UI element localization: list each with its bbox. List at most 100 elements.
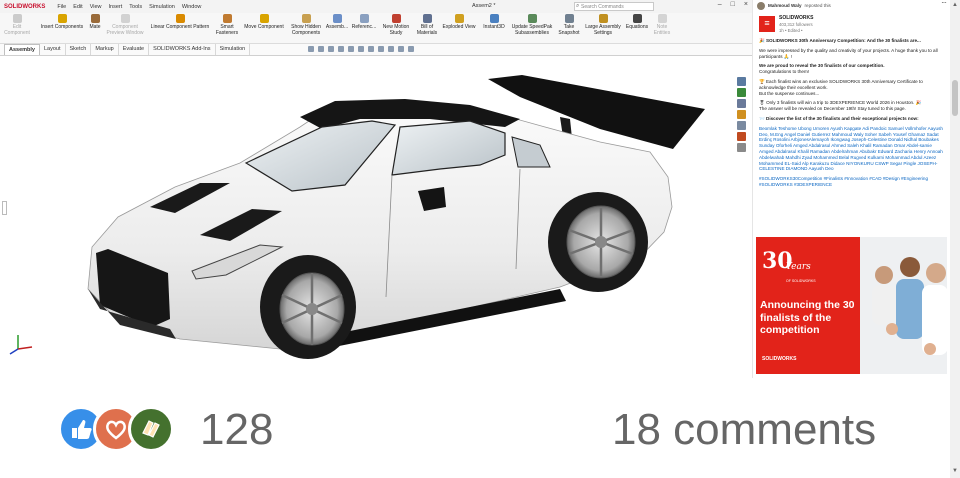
post-paragraph-certificate: 🏆 Each finalist wins an exclusive SOLIDW… xyxy=(759,78,923,90)
window-controls: – □ × xyxy=(718,1,748,8)
menu-bar: File Edit View Insert Tools Simulation W… xyxy=(57,4,208,10)
tab-assembly[interactable]: Assembly xyxy=(4,44,40,55)
banner-years-sub: OF SOLIDWORKS xyxy=(786,279,816,283)
move-component-button[interactable]: Move Component xyxy=(240,14,288,31)
menu-window[interactable]: Window xyxy=(182,4,202,10)
author-name[interactable]: SOLIDWORKS xyxy=(779,15,813,22)
tab-sketch[interactable]: Sketch xyxy=(66,44,92,55)
snapshot-icon xyxy=(564,14,574,23)
menu-insert[interactable]: Insert xyxy=(109,4,123,10)
note-entities-button[interactable]: Note Entities xyxy=(651,14,673,36)
exploded-view-button[interactable]: Exploded View xyxy=(442,14,476,31)
menu-edit[interactable]: Edit xyxy=(73,4,82,10)
insert-components-icon xyxy=(57,14,67,23)
post-paragraph-reveal: We are proud to reveal the 30 finalists … xyxy=(759,63,885,69)
monitor-icon[interactable] xyxy=(408,46,414,52)
tab-addins[interactable]: SOLIDWORKS Add-Ins xyxy=(149,44,216,55)
announcement-image[interactable]: 30 Years OF SOLIDWORKS Announcing the 30… xyxy=(756,237,947,374)
scroll-up-icon[interactable]: ▲ xyxy=(952,2,958,8)
heads-up-view-toolbar xyxy=(308,46,414,52)
rear-wheel xyxy=(548,192,648,292)
post-paragraph-suspense: But the suspense continues... xyxy=(759,90,820,96)
coordinate-triad xyxy=(9,335,33,355)
tab-simulation[interactable]: Simulation xyxy=(216,44,251,55)
car-model[interactable] xyxy=(87,75,705,359)
close-icon[interactable]: × xyxy=(744,1,748,8)
tab-layout[interactable]: Layout xyxy=(40,44,66,55)
front-wheel xyxy=(260,255,356,359)
repost-action: reposted this xyxy=(804,3,831,9)
equations-button[interactable]: Equations xyxy=(623,14,651,31)
reaction-icons[interactable] xyxy=(58,406,174,452)
display-style-icon[interactable] xyxy=(358,46,364,52)
instant3d-icon xyxy=(489,14,499,23)
banner-people-photo xyxy=(860,237,947,374)
take-snapshot-button[interactable]: Take Snapshot xyxy=(556,14,582,36)
linear-pattern-button[interactable]: Linear Component Pattern xyxy=(146,14,214,31)
restore-icon[interactable]: □ xyxy=(731,1,735,8)
section-view-icon[interactable] xyxy=(338,46,344,52)
solidworks-company-logo[interactable]: ≡ xyxy=(759,16,775,32)
zoom-fit-icon[interactable] xyxy=(308,46,314,52)
page-scrollbar[interactable]: ▲ ▼ xyxy=(950,0,960,478)
view-settings-icon[interactable] xyxy=(398,46,404,52)
post-paragraph-date: The answer will be revealed on December … xyxy=(759,106,906,112)
assembly-features-button[interactable]: Assemb... xyxy=(325,14,349,31)
scroll-down-icon[interactable]: ▼ xyxy=(952,468,958,474)
tab-markup[interactable]: Markup xyxy=(91,44,119,55)
edit-component-button[interactable]: Edit Component xyxy=(4,14,30,36)
bill-of-materials-button[interactable]: Bill of Materials xyxy=(414,14,440,36)
social-bar: 128 18 comments xyxy=(0,378,950,478)
post-body: 🎉 SOLIDWORKS 30th Anniversary Competitio… xyxy=(759,38,945,192)
post-paragraph-trip: 🎖 Only 3 finalists will win a trip to 3D… xyxy=(759,100,922,106)
menu-file[interactable]: File xyxy=(57,4,66,10)
appearance-icon[interactable] xyxy=(378,46,384,52)
update-speedpak-button[interactable]: Update SpeedPak Subassemblies xyxy=(509,14,555,36)
document-title: Assem2 * xyxy=(472,3,496,9)
celebrate-icon xyxy=(128,406,174,452)
tab-evaluate[interactable]: Evaluate xyxy=(119,44,150,55)
command-manager-ribbon: Edit Component Insert Components Mate Co… xyxy=(0,13,752,44)
banner-years-word: Years xyxy=(786,262,811,272)
new-motion-study-button[interactable]: New Motion Study xyxy=(380,14,412,36)
large-assembly-icon xyxy=(598,14,608,23)
large-assembly-settings-button[interactable]: Large Assembly Settings xyxy=(583,14,623,36)
graphics-area[interactable] xyxy=(0,57,752,378)
smart-fasteners-button[interactable]: Smart Fasteners xyxy=(214,14,240,36)
avatar[interactable] xyxy=(757,2,765,10)
assembly-features-icon xyxy=(332,14,342,23)
solidworks-logo[interactable]: SOLIDWORKS xyxy=(4,4,45,10)
hide-show-icon[interactable] xyxy=(368,46,374,52)
repost-name[interactable]: Mahmoud Waly xyxy=(768,3,802,9)
scene-icon[interactable] xyxy=(388,46,394,52)
motion-study-icon xyxy=(391,14,401,23)
menu-view[interactable]: View xyxy=(90,4,102,10)
solidworks-window: SOLIDWORKS File Edit View Insert Tools S… xyxy=(0,0,752,378)
view-orientation-icon[interactable] xyxy=(348,46,354,52)
minimize-icon[interactable]: – xyxy=(718,1,722,8)
insert-components-button[interactable]: Insert Components xyxy=(36,14,88,31)
zoom-area-icon[interactable] xyxy=(318,46,324,52)
menu-simulation[interactable]: Simulation xyxy=(149,4,175,10)
search-commands-field[interactable]: Search Commands xyxy=(574,2,654,11)
post-headline: 🎉 SOLIDWORKS 30th Anniversary Competitio… xyxy=(759,38,921,43)
smart-fasteners-icon xyxy=(222,14,232,23)
component-preview-button[interactable]: Component Preview Window xyxy=(104,14,146,36)
reference-geometry-button[interactable]: Referenc... xyxy=(351,14,377,31)
preview-window-icon xyxy=(120,14,130,23)
more-options-icon[interactable]: ··· xyxy=(941,0,947,6)
finalist-names[interactable]: Beomlak Teshome Ubong Umoren Ayush Kapga… xyxy=(759,126,945,172)
instant3d-button[interactable]: Instant3D xyxy=(479,14,509,31)
linear-pattern-icon xyxy=(175,14,185,23)
show-hidden-button[interactable]: Show Hidden Components xyxy=(288,14,324,36)
comments-count[interactable]: 18 comments xyxy=(612,405,876,455)
menu-tools[interactable]: Tools xyxy=(129,4,142,10)
previous-view-icon[interactable] xyxy=(328,46,334,52)
exploded-view-icon xyxy=(454,14,464,23)
mate-button[interactable]: Mate xyxy=(88,14,102,31)
post-hashtags[interactable]: #SOLIDWORKS30Competition #Finalists #Inn… xyxy=(759,176,945,188)
reaction-count[interactable]: 128 xyxy=(200,405,273,455)
repost-header: Mahmoud Waly reposted this xyxy=(757,2,831,10)
move-component-icon xyxy=(259,14,269,23)
scrollbar-thumb[interactable] xyxy=(952,80,958,116)
